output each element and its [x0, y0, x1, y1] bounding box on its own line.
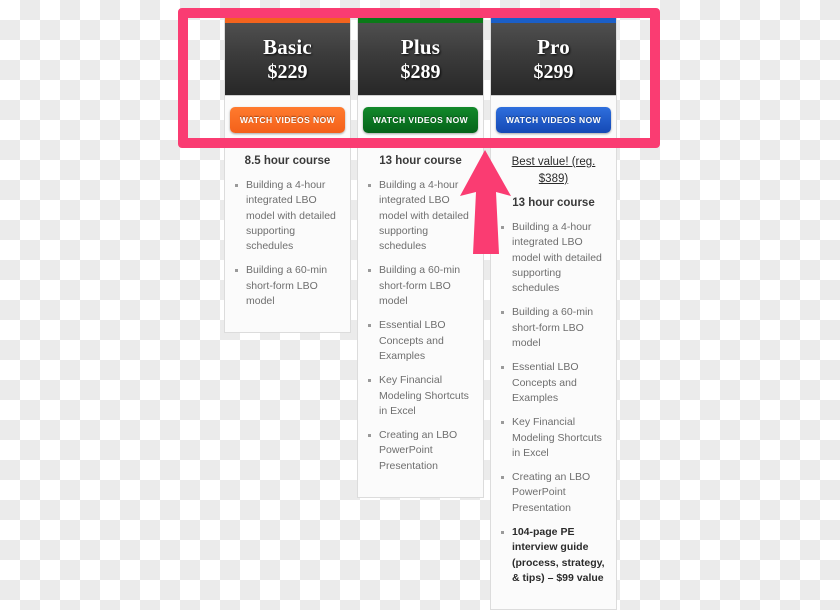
course-length-basic: 8.5 hour course: [244, 155, 331, 167]
list-item: Building a 4-hour integrated LBO model w…: [499, 220, 608, 296]
list-item: Key Financial Modeling Shortcuts in Exce…: [499, 415, 608, 461]
list-item: Building a 4-hour integrated LBO model w…: [366, 178, 475, 254]
plan-name-plus: Plus: [400, 34, 441, 59]
list-item: 104-page PE interview guide (process, st…: [499, 525, 608, 586]
pricing-column-plus: Plus $289 WATCH VIDEOS NOW 13 hour cours…: [357, 18, 484, 499]
list-item: Creating an LBO PowerPoint Presentation: [366, 428, 475, 474]
list-item: Key Financial Modeling Shortcuts in Exce…: [366, 373, 475, 419]
pricing-column-pro: Pro $299 WATCH VIDEOS NOW Best value! (r…: [490, 18, 617, 610]
feature-list-plus: Building a 4-hour integrated LBO model w…: [366, 178, 475, 474]
list-item: Essential LBO Concepts and Examples: [499, 360, 608, 406]
list-item: Building a 60-min short-form LBO model: [233, 263, 342, 309]
cta-wrap-basic: WATCH VIDEOS NOW: [225, 96, 350, 145]
plan-price-pro: $299: [533, 60, 574, 83]
cta-wrap-pro: WATCH VIDEOS NOW: [491, 96, 616, 145]
best-value-badge: Best value! (reg. $389): [511, 156, 596, 185]
plan-price-plus: $289: [400, 60, 441, 83]
plan-header-plus: Plus $289: [358, 23, 483, 96]
plan-body-basic: 8.5 hour course Building a 4-hour integr…: [225, 145, 350, 332]
list-item: Essential LBO Concepts and Examples: [366, 318, 475, 364]
course-length-plus: 13 hour course: [379, 155, 462, 167]
feature-list-basic: Building a 4-hour integrated LBO model w…: [233, 178, 342, 309]
course-length-pro: 13 hour course: [512, 197, 595, 209]
pricing-column-basic: Basic $229 WATCH VIDEOS NOW 8.5 hour cou…: [224, 18, 351, 334]
plan-body-plus: 13 hour course Building a 4-hour integra…: [358, 145, 483, 497]
plan-price-basic: $229: [267, 60, 308, 83]
list-item: Building a 60-min short-form LBO model: [366, 263, 475, 309]
list-item: Building a 60-min short-form LBO model: [499, 305, 608, 351]
feature-list-pro: Building a 4-hour integrated LBO model w…: [499, 220, 608, 586]
plan-header-pro: Pro $299: [491, 23, 616, 96]
watch-videos-now-button-basic[interactable]: WATCH VIDEOS NOW: [229, 107, 346, 133]
plan-header-basic: Basic $229: [225, 23, 350, 96]
watch-videos-now-button-plus[interactable]: WATCH VIDEOS NOW: [362, 107, 479, 133]
watch-videos-now-button-pro[interactable]: WATCH VIDEOS NOW: [495, 107, 612, 133]
plan-name-pro: Pro: [537, 34, 570, 59]
plan-body-pro: Best value! (reg. $389) 13 hour course B…: [491, 145, 616, 609]
list-item: Creating an LBO PowerPoint Presentation: [499, 470, 608, 516]
pricing-table: Basic $229 WATCH VIDEOS NOW 8.5 hour cou…: [224, 18, 624, 610]
plan-name-basic: Basic: [263, 34, 312, 59]
list-item: Building a 4-hour integrated LBO model w…: [233, 178, 342, 254]
cta-wrap-plus: WATCH VIDEOS NOW: [358, 96, 483, 145]
